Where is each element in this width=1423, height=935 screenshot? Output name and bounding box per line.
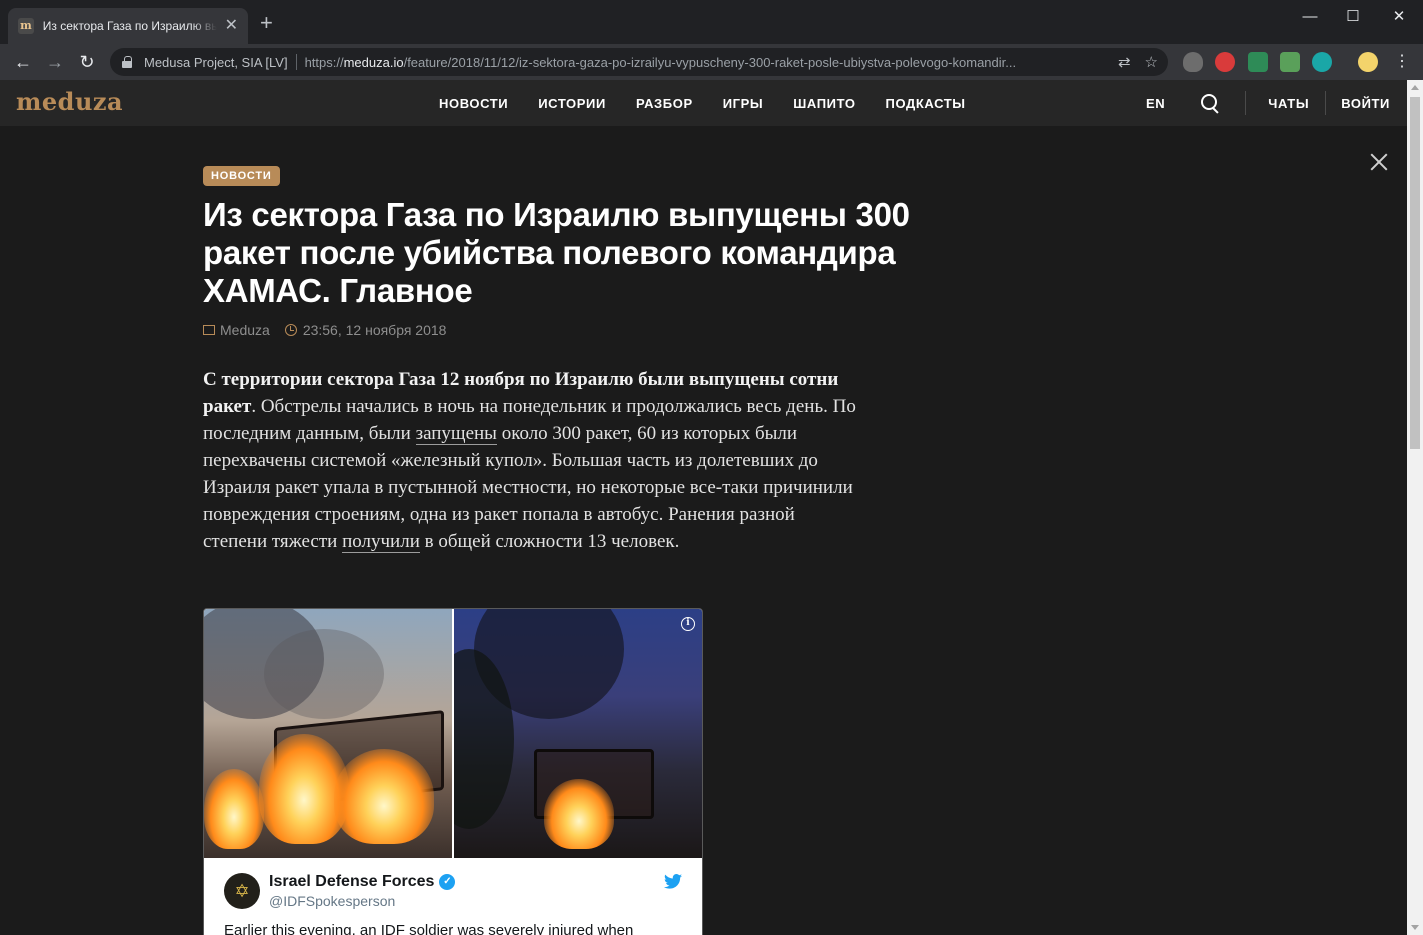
browser-titlebar: m Из сектора Газа по Израилю выпущены 30…	[0, 0, 1423, 44]
fire-shape	[544, 779, 614, 849]
header-actions: EN ЧАТЫ ВОЙТИ	[1146, 80, 1390, 126]
tweet-text: Earlier this evening, an IDF soldier was…	[224, 922, 634, 935]
main-nav: НОВОСТИ ИСТОРИИ РАЗБОР ИГРЫ ШАПИТО ПОДКА…	[439, 80, 996, 126]
back-button[interactable]: ←	[11, 50, 35, 74]
tweet-photo-burning-bus[interactable]	[204, 609, 452, 858]
url-host: meduza.io	[343, 54, 404, 70]
idf-avatar[interactable]: ✡	[224, 873, 260, 909]
fire-shape	[204, 769, 264, 849]
scroll-down-arrow-icon[interactable]	[1411, 925, 1419, 930]
tweet-body: ✡ Israel Defense Forces ✓ @IDFSpokespers…	[204, 858, 702, 935]
login-link[interactable]: ВОЙТИ	[1341, 96, 1390, 111]
close-article-icon[interactable]	[1369, 152, 1389, 172]
rubric-badge[interactable]: НОВОСТИ	[203, 166, 280, 186]
embedded-tweet[interactable]: i ✡ Israel Defense Forces ✓ @IDFSpokespe…	[203, 608, 703, 935]
tweet-handle[interactable]: @IDFSpokesperson	[269, 893, 395, 909]
s-extension-icon[interactable]	[1248, 52, 1268, 72]
header-divider	[1245, 91, 1247, 115]
url-path: /feature/2018/11/12/iz-sektora-gaza-po-i…	[403, 54, 1017, 70]
window-close-button[interactable]: ✕	[1384, 6, 1414, 28]
nav-item-shapito[interactable]: ШАПИТО	[793, 96, 855, 111]
article-source: Meduza	[220, 322, 270, 338]
language-switch[interactable]: EN	[1146, 96, 1165, 111]
lead-link-launched[interactable]: запущены	[415, 423, 497, 445]
url-scheme: https://	[304, 54, 344, 70]
lead-text: в общей сложности 13 человек.	[419, 531, 680, 552]
fire-shape	[334, 749, 434, 844]
vpn-extension-icon[interactable]	[1312, 52, 1332, 72]
article-datetime: 23:56, 12 ноября 2018	[302, 322, 447, 338]
ublock-icon[interactable]	[1183, 52, 1203, 72]
profile-avatar-icon[interactable]	[1358, 52, 1378, 72]
bookmark-star-icon[interactable]: ☆	[1145, 53, 1158, 71]
ladybug-extension-icon[interactable]	[1215, 52, 1235, 72]
nav-item-analysis[interactable]: РАЗБОР	[636, 96, 693, 111]
maximize-button[interactable]: ☐	[1338, 6, 1368, 28]
chats-link[interactable]: ЧАТЫ	[1268, 96, 1309, 111]
nav-item-news[interactable]: НОВОСТИ	[439, 96, 508, 111]
site-header: meduza НОВОСТИ ИСТОРИИ РАЗБОР ИГРЫ ШАПИТ…	[0, 80, 1407, 126]
browser-toolbar: ← → ↻ Medusa Project, SIA [LV] https://m…	[0, 44, 1423, 80]
search-icon[interactable]	[1201, 94, 1219, 112]
page-scrollbar[interactable]	[1407, 80, 1423, 935]
minimize-button[interactable]: —	[1295, 6, 1325, 28]
tab-close-icon[interactable]: ✕	[225, 18, 238, 34]
tab-title: Из сектора Газа по Израилю выпущены 300 …	[42, 19, 217, 33]
tweet-author-name[interactable]: Israel Defense Forces	[269, 873, 434, 891]
address-bar[interactable]: Medusa Project, SIA [LV] https://meduza.…	[110, 48, 1168, 76]
scroll-up-arrow-icon[interactable]	[1411, 85, 1419, 90]
verified-badge-icon: ✓	[439, 874, 456, 890]
nav-item-games[interactable]: ИГРЫ	[723, 96, 764, 111]
green-extension-icon[interactable]	[1280, 52, 1300, 72]
smoke-cloud	[264, 629, 384, 719]
article-meta: Meduza 23:56, 12 ноября 2018	[203, 322, 446, 338]
nav-item-stories[interactable]: ИСТОРИИ	[538, 96, 606, 111]
twitter-bird-icon[interactable]	[664, 874, 682, 889]
info-icon[interactable]: i	[681, 617, 695, 631]
omnibox-divider	[295, 54, 297, 70]
url-text[interactable]: https://meduza.io/feature/2018/11/12/iz-…	[305, 55, 1100, 70]
reload-button[interactable]: ↻	[75, 50, 99, 74]
certificate-label[interactable]: Medusa Project, SIA [LV]	[144, 55, 288, 70]
article-lead: С территории сектора Газа 12 ноября по И…	[203, 366, 863, 555]
meduza-favicon-icon: m	[18, 18, 34, 34]
article-headline: Из сектора Газа по Израилю выпущены 300 …	[203, 196, 910, 309]
lock-icon[interactable]	[122, 56, 132, 68]
browser-tab[interactable]: m Из сектора Газа по Израилю выпущены 30…	[8, 8, 248, 44]
browser-menu-icon[interactable]: ⋮	[1390, 50, 1414, 74]
nav-item-podcasts[interactable]: ПОДКАСТЫ	[886, 96, 966, 111]
meduza-logo[interactable]: meduza	[16, 87, 123, 116]
new-tab-button[interactable]: +	[260, 12, 273, 34]
lead-link-received[interactable]: получили	[342, 531, 420, 553]
translate-icon[interactable]: ⇄	[1118, 53, 1131, 71]
tweet-author[interactable]: Israel Defense Forces ✓	[269, 873, 456, 891]
scrollbar-thumb[interactable]	[1410, 97, 1420, 449]
forward-button[interactable]: →	[43, 50, 67, 74]
source-icon	[203, 325, 215, 335]
header-divider	[1325, 91, 1327, 115]
tweet-photo-burning-bus-night[interactable]: i	[454, 609, 702, 858]
omnibox-actions: ⇄ ☆	[1118, 53, 1158, 71]
clock-icon	[284, 324, 297, 336]
